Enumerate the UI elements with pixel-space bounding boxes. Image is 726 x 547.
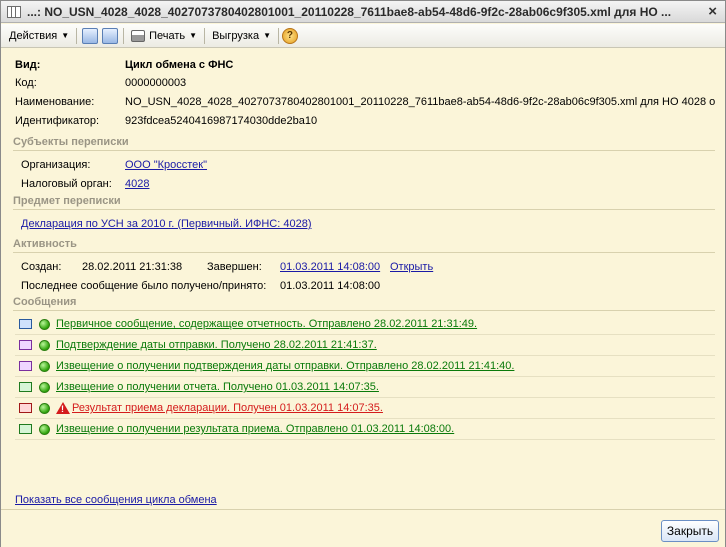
- exchange-cycle-window: ...: NO_USN_4028_4028_402707378040280100…: [0, 0, 726, 547]
- id-label: Идентификатор:: [15, 115, 100, 127]
- actions-menu-label: Действия: [9, 29, 58, 42]
- toolbar-separator: [123, 27, 125, 44]
- last-message-label: Последнее сообщение было получено/принят…: [21, 280, 267, 292]
- dialog-footer: Закрыть: [1, 509, 725, 547]
- message-row[interactable]: Первичное сообщение, содержащее отчетнос…: [15, 314, 715, 335]
- envelope-send-icon: [19, 317, 35, 331]
- form-content: Вид: Цикл обмена с ФНС Код: 0000000003 Н…: [1, 49, 725, 509]
- organization-label: Организация:: [21, 159, 91, 171]
- close-icon[interactable]: ×: [708, 3, 717, 20]
- dropdown-arrow-icon: ▼: [189, 31, 198, 40]
- message-row[interactable]: Подтверждение даты отправки. Получено 28…: [15, 335, 715, 356]
- id-value: 923fdcea5240416987174030dde2ba10: [125, 115, 318, 127]
- tax-authority-link[interactable]: 4028: [125, 176, 149, 192]
- tax-authority-label: Налоговый орган:: [21, 178, 112, 190]
- status-ok-icon: [39, 423, 50, 435]
- status-ok-icon: [39, 381, 50, 393]
- message-link[interactable]: Первичное сообщение, содержащее отчетнос…: [56, 318, 477, 330]
- help-icon[interactable]: ?: [281, 27, 298, 44]
- message-link[interactable]: Результат приема декларации. Получен 01.…: [72, 402, 383, 414]
- print-menu-button[interactable]: Печать ▼: [127, 26, 201, 46]
- toolbar-separator: [204, 27, 206, 44]
- declaration-link[interactable]: Декларация по УСН за 2010 г. (Первичный.…: [21, 216, 312, 232]
- message-row[interactable]: Извещение о получении подтверждения даты…: [15, 356, 715, 377]
- created-value: 28.02.2011 21:31:38: [82, 261, 183, 273]
- open-link[interactable]: Открыть: [390, 259, 433, 275]
- message-row[interactable]: Извещение о получении отчета. Получено 0…: [15, 377, 715, 398]
- finished-value-link[interactable]: 01.03.2011 14:08:00: [280, 259, 380, 275]
- message-link[interactable]: Извещение о получении отчета. Получено 0…: [56, 381, 379, 393]
- table-icon: [7, 5, 21, 18]
- code-value: 0000000003: [125, 77, 187, 89]
- print-menu-label: Печать: [149, 29, 186, 42]
- finished-label: Завершен:: [207, 261, 262, 273]
- printer-icon: [131, 29, 146, 42]
- envelope-receive-icon: [19, 338, 35, 352]
- section-messages: Сообщения: [13, 295, 715, 311]
- name-label: Наименование:: [15, 96, 95, 108]
- window-title: ...: NO_USN_4028_4028_402707378040280100…: [27, 4, 672, 19]
- kind-label: Вид:: [15, 59, 41, 71]
- dropdown-arrow-icon: ▼: [263, 31, 271, 40]
- section-subject-matter: Предмет переписки: [13, 194, 715, 210]
- actions-menu-button[interactable]: Действия ▼: [5, 26, 73, 46]
- envelope-result-icon: [19, 401, 35, 415]
- envelope-send-icon: [19, 422, 35, 436]
- message-row[interactable]: Извещение о получении результата приема.…: [15, 419, 715, 440]
- document-tree-icon[interactable]: [82, 27, 99, 44]
- message-link[interactable]: Извещение о получении подтверждения даты…: [56, 360, 514, 372]
- refresh-icon[interactable]: [102, 27, 119, 44]
- title-bar[interactable]: ...: NO_USN_4028_4028_402707378040280100…: [1, 1, 725, 23]
- envelope-notice-icon: [19, 359, 35, 373]
- section-activity: Активность: [13, 237, 715, 253]
- export-menu-button[interactable]: Выгрузка ▼: [208, 26, 275, 46]
- status-ok-icon: [39, 360, 50, 372]
- status-ok-icon: [39, 402, 50, 414]
- toolbar-separator: [277, 27, 279, 44]
- organization-link[interactable]: ООО "Кросстек": [125, 157, 207, 173]
- close-button[interactable]: Закрыть: [661, 520, 719, 542]
- name-value: NO_USN_4028_4028_4027073780402801001_201…: [125, 96, 715, 108]
- code-label: Код:: [15, 77, 37, 89]
- message-link[interactable]: Извещение о получении результата приема.…: [56, 423, 454, 435]
- status-ok-icon: [39, 339, 50, 351]
- export-menu-label: Выгрузка: [212, 29, 260, 42]
- toolbar-separator: [76, 27, 78, 44]
- message-link[interactable]: Подтверждение даты отправки. Получено 28…: [56, 339, 377, 351]
- kind-value: Цикл обмена с ФНС: [125, 59, 234, 71]
- created-label: Создан:: [21, 261, 62, 273]
- status-ok-icon: [39, 318, 50, 330]
- toolbar: Действия ▼ Печать ▼ Выгрузка ▼ ?: [1, 24, 725, 48]
- show-all-messages-link[interactable]: Показать все сообщения цикла обмена: [15, 492, 217, 508]
- warning-icon: !: [56, 402, 70, 414]
- dropdown-arrow-icon: ▼: [61, 31, 70, 40]
- section-subjects: Субъекты переписки: [13, 135, 715, 151]
- envelope-receive-icon: [19, 380, 35, 394]
- message-row[interactable]: ! Результат приема декларации. Получен 0…: [15, 398, 715, 419]
- last-message-value: 01.03.2011 14:08:00: [280, 280, 381, 292]
